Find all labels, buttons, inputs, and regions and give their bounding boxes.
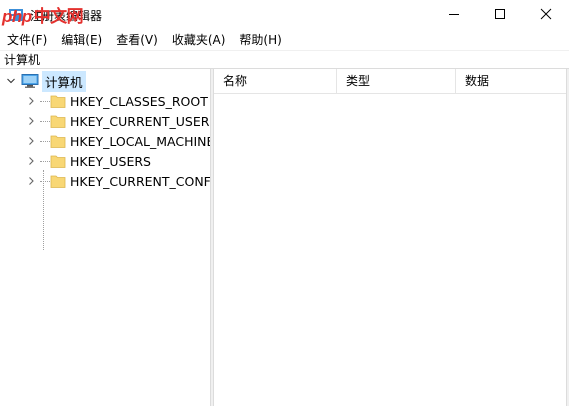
tree-item-label: HKEY_CURRENT_CONFIG xyxy=(70,173,210,189)
tree-item-hkey-current-config[interactable]: HKEY_CURRENT_CONFIG xyxy=(24,171,210,191)
tree-item-hkey-users[interactable]: HKEY_USERS xyxy=(24,151,151,171)
watermark-php: php xyxy=(2,7,32,26)
tree-item-label: HKEY_CLASSES_ROOT xyxy=(70,93,208,109)
computer-icon xyxy=(21,73,39,89)
minimize-button[interactable] xyxy=(431,0,477,30)
menu-file[interactable]: 文件(F) xyxy=(0,30,54,50)
menu-favorites[interactable]: 收藏夹(A) xyxy=(165,30,233,50)
address-bar[interactable]: 计算机 xyxy=(0,50,569,69)
tree-dots xyxy=(40,100,50,102)
tree-root-label: 计算机 xyxy=(42,70,86,92)
folder-icon xyxy=(50,93,66,109)
folder-icon xyxy=(50,173,66,189)
tree-root[interactable]: 计算机 xyxy=(4,70,86,92)
folder-icon xyxy=(50,133,66,149)
chevron-down-icon[interactable] xyxy=(4,74,18,88)
chevron-right-icon[interactable] xyxy=(24,134,38,148)
close-icon xyxy=(540,8,552,23)
folder-icon xyxy=(50,153,66,169)
tree-item-hkey-local-machine[interactable]: HKEY_LOCAL_MACHINE xyxy=(24,131,210,151)
tree-item-hkey-current-user[interactable]: HKEY_CURRENT_USER xyxy=(24,111,209,131)
list-header: 名称 类型 数据 xyxy=(214,69,569,94)
maximize-button[interactable] xyxy=(477,0,523,30)
tree-item-label: HKEY_CURRENT_USER xyxy=(70,113,210,129)
tree-item-label: HKEY_USERS xyxy=(70,153,151,169)
values-pane[interactable]: 名称 类型 数据 xyxy=(214,69,569,406)
chevron-right-icon[interactable] xyxy=(24,154,38,168)
watermark-cn: 中文网 xyxy=(33,7,84,26)
maximize-icon xyxy=(494,8,506,23)
tree-dots xyxy=(40,120,50,122)
tree-dots xyxy=(40,180,50,182)
column-header-type[interactable]: 类型 xyxy=(337,69,456,94)
chevron-right-icon[interactable] xyxy=(24,114,38,128)
minimize-icon xyxy=(448,8,460,23)
column-header-data[interactable]: 数据 xyxy=(456,69,569,94)
close-button[interactable] xyxy=(523,0,569,30)
chevron-right-icon[interactable] xyxy=(24,174,38,188)
tree-dots xyxy=(40,160,50,162)
title-bar: 注册表编辑器 php 中文网 xyxy=(0,0,569,30)
watermark-logo: php 中文网 xyxy=(2,2,84,27)
tree-item-label: HKEY_LOCAL_MACHINE xyxy=(70,133,210,149)
folder-icon xyxy=(50,113,66,129)
tree-item-hkey-classes-root[interactable]: HKEY_CLASSES_ROOT xyxy=(24,91,208,111)
tree-pane: 计算机 HKEY_CLASSES_ROOT HKEY_CURRENT_USER … xyxy=(0,69,210,406)
chevron-right-icon[interactable] xyxy=(24,94,38,108)
column-header-name[interactable]: 名称 xyxy=(214,69,337,94)
tree-dots xyxy=(40,140,50,142)
menu-view[interactable]: 查看(V) xyxy=(109,30,165,50)
menu-bar: 文件(F) 编辑(E) 查看(V) 收藏夹(A) 帮助(H) xyxy=(0,30,569,50)
menu-help[interactable]: 帮助(H) xyxy=(232,30,288,50)
menu-edit[interactable]: 编辑(E) xyxy=(54,30,109,50)
